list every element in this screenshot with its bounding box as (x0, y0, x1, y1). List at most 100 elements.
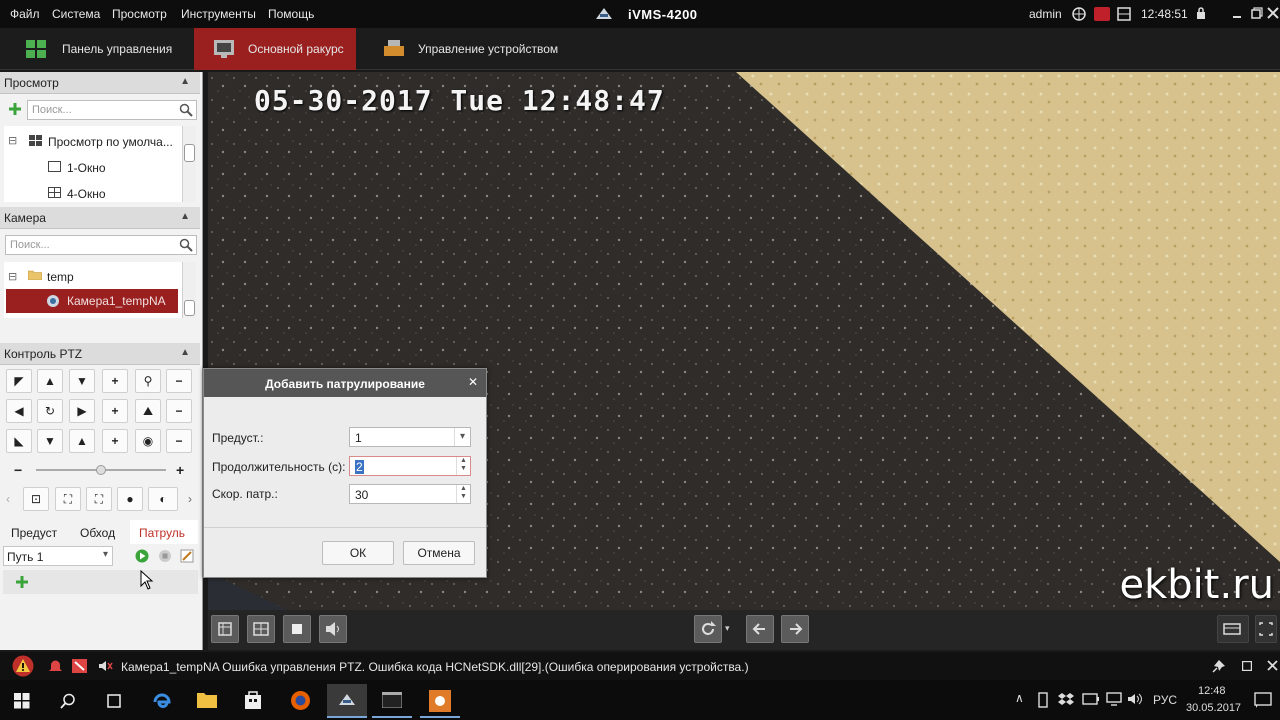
tab-main-view[interactable]: Основной ракурс (194, 28, 356, 70)
lock-icon[interactable] (1196, 7, 1206, 20)
subtab-patrol[interactable]: Патруль (130, 520, 198, 544)
tree-folder-temp[interactable]: temp (47, 270, 74, 284)
tree-collapse-icon[interactable]: ⊟ (8, 270, 17, 283)
menu-help[interactable]: Помощь (268, 7, 314, 21)
ok-button[interactable]: ОК (322, 541, 394, 565)
speed-decrease-button[interactable]: − (14, 462, 22, 478)
menu-system[interactable]: Система (52, 7, 100, 21)
search-icon[interactable] (60, 693, 76, 709)
ptz-down-button[interactable]: ▼ (37, 429, 63, 453)
next-page-button[interactable] (781, 615, 809, 643)
close-icon[interactable] (1267, 660, 1278, 671)
file-explorer-icon[interactable] (197, 691, 217, 708)
search-icon[interactable] (179, 238, 193, 252)
pin-icon[interactable] (1212, 659, 1226, 673)
lens-init-button[interactable]: ⛶ (86, 487, 112, 511)
firefox-icon[interactable] (290, 690, 311, 711)
user-name[interactable]: admin (1029, 7, 1062, 21)
menu-file[interactable]: Файл (10, 7, 40, 21)
device-alarm-icon[interactable] (72, 659, 87, 673)
taskbar-date[interactable]: 30.05.2017 (1186, 702, 1241, 714)
collapse-icon[interactable]: ▲ (180, 211, 190, 222)
alarm-icon[interactable] (1094, 7, 1110, 21)
tree-collapse-icon[interactable]: ⊟ (8, 134, 17, 147)
chevron-down-icon[interactable]: ▾ (454, 428, 470, 446)
battery-icon[interactable] (1082, 693, 1100, 705)
auto-switch-button[interactable] (694, 615, 722, 643)
chevron-down-icon[interactable]: ▾ (103, 549, 108, 560)
speed-stepper[interactable]: 30 ▲ ▼ (349, 484, 471, 504)
storage-icon[interactable] (1117, 7, 1131, 21)
3d-zoom-button[interactable]: ⊡ (23, 487, 49, 511)
tree-item-default-view[interactable]: Просмотр по умолча... (48, 135, 173, 149)
add-view-icon[interactable] (8, 102, 22, 116)
layout-menu-button[interactable] (1217, 615, 1249, 643)
stop-patrol-icon[interactable] (158, 549, 172, 563)
window-icon[interactable] (1242, 661, 1252, 671)
subtab-preset[interactable]: Предуст (11, 526, 57, 540)
edge-browser-icon[interactable] (152, 690, 172, 710)
search-icon[interactable] (179, 103, 193, 117)
ptz-down-right-button[interactable]: ▲ (69, 429, 95, 453)
add-patrol-point-icon[interactable] (15, 575, 29, 589)
taskbar-console-app[interactable] (372, 684, 412, 718)
alarm-bell-icon[interactable] (48, 659, 63, 673)
subtab-tour[interactable]: Обход (80, 526, 115, 540)
preset-select[interactable]: 1 ▾ (349, 427, 471, 447)
tab-control-panel[interactable]: Панель управления (0, 28, 190, 70)
camera-search-input[interactable]: Поиск... (5, 235, 197, 255)
network-icon[interactable] (1106, 692, 1122, 706)
dropbox-icon[interactable] (1058, 692, 1074, 706)
camera-section-header[interactable]: Камера ▲ (0, 207, 200, 229)
tab-device-management[interactable]: Управление устройством (370, 28, 570, 70)
save-view-button[interactable] (211, 615, 239, 643)
usb-icon[interactable] (1038, 692, 1048, 708)
ptz-up-left-button[interactable]: ◤ (6, 369, 32, 393)
wiper-button[interactable]: ◐ (148, 487, 178, 511)
edit-patrol-icon[interactable] (180, 549, 194, 563)
close-icon[interactable]: ✕ (468, 375, 478, 389)
taskbar-ivms-app[interactable] (327, 684, 367, 718)
windows-start-icon[interactable] (14, 693, 30, 709)
chevron-up-icon[interactable]: ∧ (1015, 691, 1024, 705)
view-search-input[interactable]: Поиск... (27, 100, 197, 120)
speed-slider-handle[interactable] (96, 465, 106, 475)
taskbar-time[interactable]: 12:48 (1198, 685, 1226, 697)
iris-close-button[interactable]: − (166, 429, 192, 453)
auto-focus-button[interactable]: ⛶ (55, 487, 81, 511)
path-select[interactable]: Путь 1 ▾ (3, 546, 113, 566)
play-patrol-icon[interactable] (135, 549, 149, 563)
view-tree-scrollbar[interactable] (182, 126, 196, 202)
light-button[interactable]: ● (117, 487, 143, 511)
stepper-arrows-icon[interactable]: ▲ ▼ (456, 485, 470, 503)
scroll-right-icon[interactable]: › (188, 492, 192, 506)
scroll-left-icon[interactable]: ‹ (6, 492, 10, 506)
tree-camera-row[interactable]: Камера1_tempNA (6, 289, 178, 313)
menu-view[interactable]: Просмотр (112, 7, 167, 21)
stop-all-button[interactable] (283, 615, 311, 643)
collapse-icon[interactable]: ▲ (180, 76, 190, 87)
ptz-auto-button[interactable]: ↻ (37, 399, 63, 423)
chevron-down-icon[interactable]: ▾ (725, 623, 730, 634)
speed-increase-button[interactable]: + (176, 462, 184, 478)
globe-icon[interactable] (1072, 7, 1086, 21)
ptz-down-left-button[interactable]: ◣ (6, 429, 32, 453)
focus-out-button[interactable]: − (166, 399, 192, 423)
taskbar-recorder-app[interactable] (420, 684, 460, 718)
task-view-icon[interactable] (105, 693, 123, 709)
ptz-up-right-button[interactable]: ▼ (69, 369, 95, 393)
focus-in-button[interactable]: + (102, 399, 128, 423)
ptz-right-button[interactable]: ▶ (69, 399, 95, 423)
camera-tree-scrollbar[interactable] (182, 262, 196, 318)
collapse-icon[interactable]: ▲ (180, 347, 190, 358)
stepper-arrows-icon[interactable]: ▲ ▼ (456, 457, 470, 475)
ptz-left-button[interactable]: ◀ (6, 399, 32, 423)
previous-page-button[interactable] (746, 615, 774, 643)
close-icon[interactable] (1267, 7, 1279, 19)
audio-button[interactable] (319, 615, 347, 643)
language-indicator[interactable]: РУС (1153, 693, 1177, 707)
menu-tools[interactable]: Инструменты (181, 7, 256, 21)
volume-icon[interactable] (1127, 692, 1143, 706)
tree-item-4-window[interactable]: 4-Окно (67, 187, 106, 201)
view-section-header[interactable]: Просмотр ▲ (0, 72, 200, 94)
